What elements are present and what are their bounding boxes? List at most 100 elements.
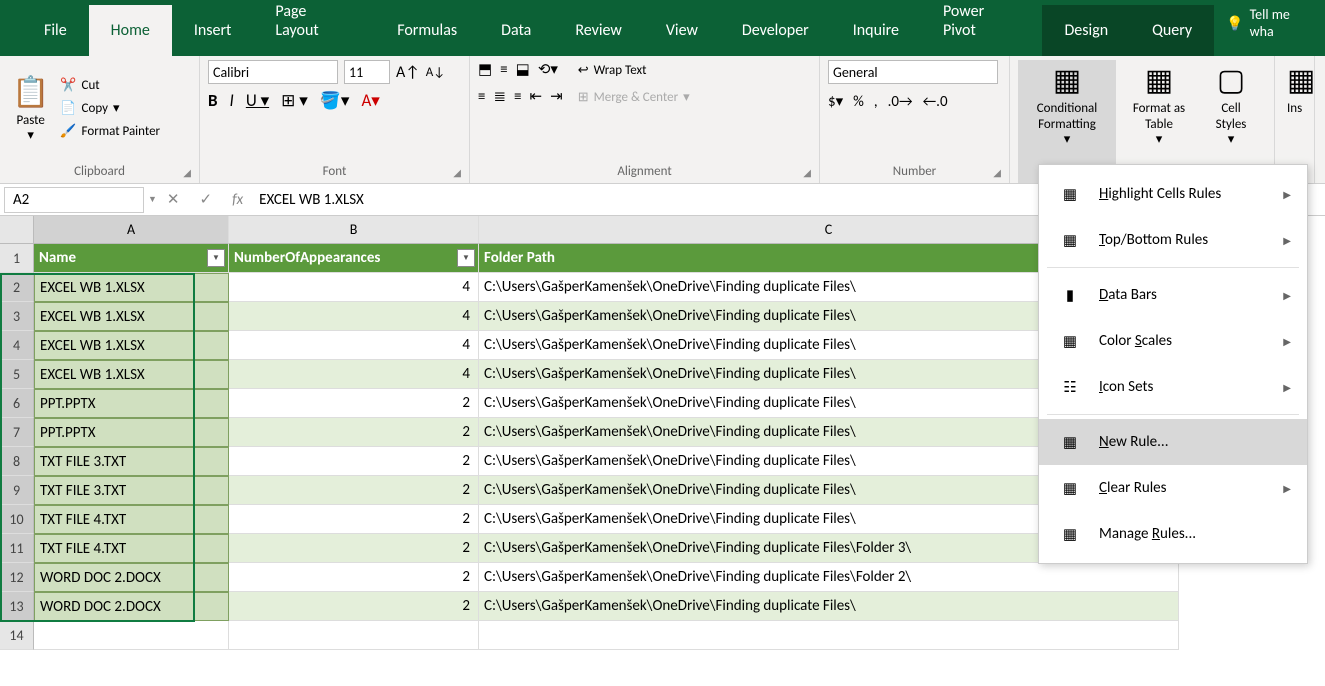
font-size[interactable] — [344, 60, 390, 84]
cell-name[interactable]: WORD DOC 2.DOCX — [34, 563, 229, 592]
percent-button[interactable]: % — [853, 93, 864, 111]
wrap-text-button[interactable]: ↩Wrap Text — [575, 60, 693, 81]
cell-name[interactable]: EXCEL WB 1.XLSX — [34, 302, 229, 331]
row-header-14[interactable]: 14 — [0, 621, 34, 650]
cf-data-bars[interactable]: ▮ Data Bars ▶ — [1039, 272, 1307, 318]
italic-button[interactable]: I — [230, 90, 234, 111]
tab-query[interactable]: Query — [1130, 5, 1214, 56]
shrink-font[interactable]: A↓ — [426, 65, 445, 80]
filter-appearances[interactable]: ▼ — [457, 249, 475, 267]
header-appearances[interactable]: NumberOfAppearances▼ — [229, 244, 479, 273]
tab-inquire[interactable]: Inquire — [831, 5, 921, 56]
format-painter-button[interactable]: 🖌️Format Painter — [57, 121, 163, 142]
fx-button[interactable]: fx — [222, 191, 253, 209]
align-top[interactable]: ⬒ — [478, 60, 492, 79]
cell-name[interactable]: EXCEL WB 1.XLSX — [34, 331, 229, 360]
align-middle[interactable]: ≡ — [500, 61, 507, 79]
orientation[interactable]: ⟲▾ — [538, 60, 558, 79]
filter-name[interactable]: ▼ — [207, 249, 225, 267]
cell-appearances[interactable]: 2 — [229, 418, 479, 447]
cell-appearances[interactable]: 2 — [229, 534, 479, 563]
tab-file[interactable]: File — [22, 5, 89, 56]
row-header-5[interactable]: 5 — [0, 360, 34, 389]
cf-manage-rules[interactable]: ▦ Manage Rules... — [1039, 511, 1307, 557]
align-center[interactable]: ≣ — [493, 87, 506, 106]
grow-font[interactable]: A↑ — [396, 63, 420, 82]
cell-name[interactable]: TXT FILE 3.TXT — [34, 476, 229, 505]
tab-view[interactable]: View — [644, 5, 720, 56]
cancel-formula[interactable]: ✕ — [157, 190, 190, 209]
clipboard-launcher[interactable]: ◢ — [183, 166, 191, 179]
cell-appearances[interactable]: 2 — [229, 476, 479, 505]
cell-name[interactable]: TXT FILE 4.TXT — [34, 534, 229, 563]
align-right[interactable]: ≡ — [514, 88, 521, 106]
row-header-1[interactable]: 1 — [0, 244, 34, 273]
decrease-indent[interactable]: ⇤ — [530, 87, 543, 106]
cf-top-bottom[interactable]: ▦ Top/Bottom Rules ▶ — [1039, 217, 1307, 263]
tab-review[interactable]: Review — [553, 5, 644, 56]
paste-button[interactable]: 📋 Paste▾ — [8, 72, 53, 145]
row-header-6[interactable]: 6 — [0, 389, 34, 418]
cell-name[interactable]: EXCEL WB 1.XLSX — [34, 273, 229, 302]
select-all-corner[interactable] — [0, 216, 34, 244]
tell-me[interactable]: 💡 Tell me wha — [1218, 0, 1325, 56]
accept-formula[interactable]: ✓ — [190, 190, 223, 209]
merge-center-button[interactable]: ⊞Merge & Center ▾ — [575, 87, 693, 108]
cf-new-rule[interactable]: ▦ New Rule... — [1039, 419, 1307, 465]
font-launcher[interactable]: ◢ — [453, 166, 461, 179]
cell-name[interactable]: TXT FILE 4.TXT — [34, 505, 229, 534]
cell-path[interactable]: C:\Users\GašperKamenšek\OneDrive\Finding… — [479, 592, 1179, 621]
tab-design[interactable]: Design — [1042, 5, 1130, 56]
cell-path[interactable]: C:\Users\GašperKamenšek\OneDrive\Finding… — [479, 563, 1179, 592]
cell-empty[interactable] — [34, 621, 229, 650]
bold-button[interactable]: B — [208, 90, 218, 111]
alignment-launcher[interactable]: ◢ — [803, 166, 811, 179]
increase-decimal[interactable]: .0→ — [888, 93, 913, 111]
border-button[interactable]: ⊞ ▾ — [281, 90, 308, 111]
increase-indent[interactable]: ⇥ — [550, 87, 563, 106]
font-name[interactable] — [208, 60, 338, 84]
row-header-12[interactable]: 12 — [0, 563, 34, 592]
col-header-b[interactable]: B — [229, 216, 479, 244]
currency-button[interactable]: $▾ — [828, 92, 843, 111]
underline-button[interactable]: U ▾ — [246, 90, 269, 111]
row-header-4[interactable]: 4 — [0, 331, 34, 360]
cell-appearances[interactable]: 4 — [229, 331, 479, 360]
col-header-a[interactable]: A — [34, 216, 229, 244]
cell-appearances[interactable]: 2 — [229, 389, 479, 418]
row-header-2[interactable]: 2 — [0, 273, 34, 302]
fill-color-button[interactable]: 🪣▾ — [320, 90, 350, 111]
cell-name[interactable]: TXT FILE 3.TXT — [34, 447, 229, 476]
cf-icon-sets[interactable]: ☷ Icon Sets ▶ — [1039, 364, 1307, 410]
tab-insert[interactable]: Insert — [172, 5, 254, 56]
insert-button[interactable]: ▦ Ins — [1283, 60, 1306, 118]
cell-appearances[interactable]: 2 — [229, 505, 479, 534]
comma-button[interactable]: , — [874, 93, 878, 111]
cut-button[interactable]: ✂️Cut — [57, 75, 163, 96]
header-name[interactable]: Name▼ — [34, 244, 229, 273]
name-box[interactable] — [4, 187, 144, 213]
cf-highlight-rules[interactable]: ▦ Highlight Cells Rules ▶ — [1039, 171, 1307, 217]
decrease-decimal[interactable]: ←.0 — [923, 93, 948, 111]
tab-page-layout[interactable]: Page Layout — [253, 0, 375, 56]
align-left[interactable]: ≡ — [478, 88, 485, 106]
row-header-8[interactable]: 8 — [0, 447, 34, 476]
cf-clear-rules[interactable]: ▦ Clear Rules ▶ — [1039, 465, 1307, 511]
row-header-7[interactable]: 7 — [0, 418, 34, 447]
cell-appearances[interactable]: 2 — [229, 592, 479, 621]
copy-button[interactable]: 📄Copy ▾ — [57, 98, 163, 119]
tab-power-pivot[interactable]: Power Pivot — [921, 0, 1042, 56]
cell-appearances[interactable]: 4 — [229, 360, 479, 389]
row-header-11[interactable]: 11 — [0, 534, 34, 563]
cell-appearances[interactable]: 2 — [229, 563, 479, 592]
number-format[interactable] — [828, 60, 998, 84]
row-header-10[interactable]: 10 — [0, 505, 34, 534]
tab-data[interactable]: Data — [479, 5, 553, 56]
cell-name[interactable]: PPT.PPTX — [34, 389, 229, 418]
cell-appearances[interactable]: 4 — [229, 273, 479, 302]
cf-color-scales[interactable]: ▦ Color Scales ▶ — [1039, 318, 1307, 364]
tab-home[interactable]: Home — [89, 5, 172, 56]
tab-developer[interactable]: Developer — [720, 5, 831, 56]
cell-name[interactable]: WORD DOC 2.DOCX — [34, 592, 229, 621]
row-header-13[interactable]: 13 — [0, 592, 34, 621]
